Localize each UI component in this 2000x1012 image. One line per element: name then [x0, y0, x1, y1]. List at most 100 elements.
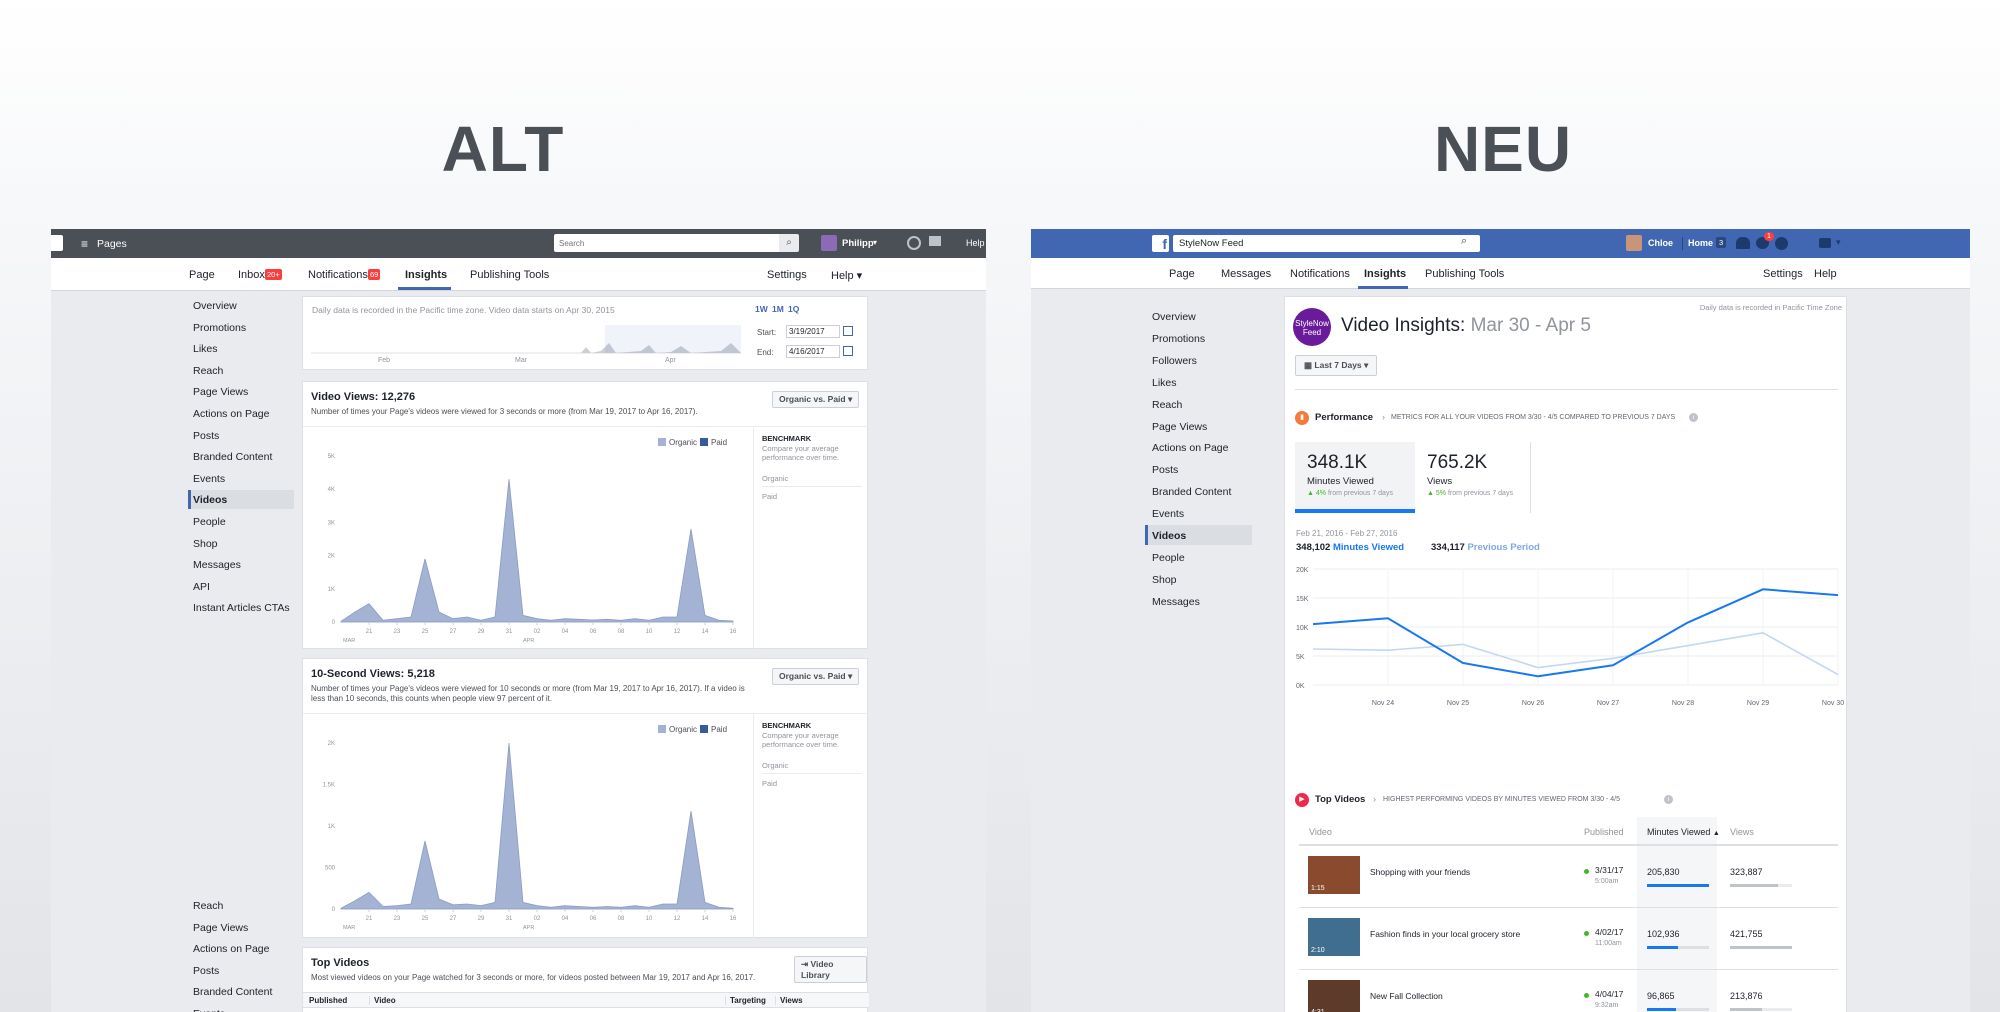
col-published[interactable]: Published [309, 996, 347, 1005]
tab-help[interactable]: Help [1814, 268, 1837, 280]
tab-settings[interactable]: Settings [1763, 268, 1803, 280]
organic-vs-paid-dropdown[interactable]: Organic vs. Paid ▾ [772, 391, 860, 408]
flag-icon[interactable] [929, 236, 941, 246]
end-date-input[interactable]: 4/16/2017 [786, 345, 840, 358]
pages-link[interactable]: Pages [97, 238, 127, 250]
page-avatar[interactable]: StyleNow Feed [1293, 308, 1331, 346]
user-avatar[interactable] [821, 235, 837, 251]
home-link[interactable]: Home [1688, 238, 1713, 248]
friend-requests-icon[interactable] [1736, 237, 1750, 249]
organic-vs-paid-dropdown[interactable]: Organic vs. Paid ▾ [772, 668, 860, 685]
range-1q-button[interactable]: 1Q [788, 304, 799, 314]
tab-page[interactable]: Page [189, 269, 215, 281]
sidebar-item-actions-on-page[interactable]: Actions on Page [193, 943, 269, 955]
sidebar-item-videos[interactable]: Videos [193, 494, 227, 506]
sidebar-item-posts[interactable]: Posts [193, 430, 219, 442]
sidebar-item-followers[interactable]: Followers [1152, 355, 1197, 367]
video-thumbnail[interactable]: 4:31 [1308, 980, 1360, 1012]
sidebar-item-branded-content[interactable]: Branded Content [193, 451, 272, 463]
sidebar-item-likes[interactable]: Likes [1152, 377, 1177, 389]
sidebar-item-events[interactable]: Events [1152, 508, 1184, 520]
chevron-down-icon[interactable]: ▾ [873, 238, 877, 247]
sidebar-item-likes[interactable]: Likes [193, 343, 218, 355]
sidebar-item-messages[interactable]: Messages [1152, 596, 1200, 608]
sidebar-item-instant-articles-ctas[interactable]: Instant Articles CTAs [193, 602, 290, 614]
start-date-input[interactable]: 3/19/2017 [786, 325, 840, 338]
alt-search-input[interactable] [554, 234, 779, 252]
benchmark-paid[interactable]: Paid [762, 779, 777, 788]
facebook-logo-icon[interactable]: f [1152, 235, 1169, 252]
sidebar-item-posts[interactable]: Posts [193, 965, 219, 977]
sidebar-item-page-views[interactable]: Page Views [193, 922, 248, 934]
sidebar-item-posts[interactable]: Posts [1152, 464, 1178, 476]
video-library-button[interactable]: ⇥ Video Library [794, 956, 867, 983]
search-icon[interactable]: ⌕ [779, 234, 799, 252]
calendar-icon[interactable] [843, 346, 853, 356]
metric-views[interactable]: 765.2K Views ▲ 5% from previous 7 days [1415, 442, 1531, 513]
sidebar-item-branded-content[interactable]: Branded Content [1152, 486, 1231, 498]
col-views[interactable]: Views [775, 996, 803, 1005]
col-video[interactable]: Video [369, 996, 396, 1005]
video-title[interactable]: Fashion finds in your local grocery stor… [1370, 929, 1520, 939]
sidebar-item-events[interactable]: Events [193, 473, 225, 485]
sidebar-item-shop[interactable]: Shop [1152, 574, 1177, 586]
col-minutes-viewed[interactable]: Minutes Viewed ▲ [1647, 827, 1720, 837]
sidebar-item-promotions[interactable]: Promotions [193, 322, 246, 334]
sidebar-item-reach[interactable]: Reach [193, 900, 223, 912]
user-name[interactable]: Philipp [842, 238, 874, 249]
sidebar-item-branded-content[interactable]: Branded Content [193, 986, 272, 998]
benchmark-organic[interactable]: Organic [762, 474, 862, 487]
range-1m-button[interactable]: 1M [772, 304, 784, 314]
tab-insights[interactable]: Insights [1364, 268, 1406, 280]
video-thumbnail[interactable]: 1:15 [1308, 856, 1360, 894]
benchmark-organic[interactable]: Organic [762, 761, 862, 774]
sidebar-item-actions-on-page[interactable]: Actions on Page [193, 408, 269, 420]
sidebar-item-people[interactable]: People [193, 516, 226, 528]
sidebar-item-events[interactable]: Events [193, 1008, 225, 1012]
sidebar-item-overview[interactable]: Overview [193, 300, 237, 312]
user-name[interactable]: Chloe [1648, 238, 1673, 248]
menu-icon[interactable]: ≡ [81, 237, 88, 251]
globe-icon[interactable] [1775, 237, 1788, 250]
tab-page[interactable]: Page [1169, 268, 1195, 280]
tab-settings[interactable]: Settings [767, 269, 807, 281]
info-icon[interactable]: i [1689, 413, 1698, 422]
facebook-logo-icon[interactable] [51, 235, 63, 251]
sidebar-item-promotions[interactable]: Promotions [1152, 333, 1205, 345]
info-icon[interactable]: i [1664, 795, 1673, 804]
globe-icon[interactable] [907, 236, 921, 250]
benchmark-paid[interactable]: Paid [762, 492, 777, 501]
col-video[interactable]: Video [1309, 827, 1332, 837]
sidebar-item-actions-on-page[interactable]: Actions on Page [1152, 442, 1228, 454]
sidebar-item-page-views[interactable]: Page Views [193, 386, 248, 398]
user-avatar[interactable] [1626, 235, 1642, 251]
video-title[interactable]: Shopping with your friends [1370, 867, 1470, 877]
neu-search-input[interactable]: StyleNow Feed [1173, 235, 1480, 252]
sidebar-item-videos[interactable]: Videos [1152, 530, 1186, 542]
tab-inbox[interactable]: Inbox [238, 269, 265, 281]
tab-messages[interactable]: Messages [1221, 268, 1271, 280]
search-icon[interactable]: ⌕ [1461, 235, 1467, 248]
account-icon[interactable] [1819, 238, 1831, 248]
help-link[interactable]: Help [966, 238, 985, 248]
sidebar-item-reach[interactable]: Reach [1152, 399, 1182, 411]
sidebar-item-overview[interactable]: Overview [1152, 311, 1196, 323]
range-sparkline[interactable] [311, 317, 741, 355]
period-dropdown[interactable]: ▦ Last 7 Days ▾ [1295, 355, 1378, 376]
sidebar-item-api[interactable]: API [193, 581, 210, 593]
metric-minutes-viewed[interactable]: 348.1K Minutes Viewed ▲ 4% from previous… [1295, 442, 1415, 513]
tab-notifications[interactable]: Notifications [308, 269, 368, 281]
tab-publishing-tools[interactable]: Publishing Tools [470, 269, 549, 281]
col-views[interactable]: Views [1730, 827, 1754, 837]
range-1w-button[interactable]: 1W [755, 304, 768, 314]
tab-notifications[interactable]: Notifications [1290, 268, 1350, 280]
video-title[interactable]: New Fall Collection [1370, 991, 1443, 1001]
chevron-down-icon[interactable]: ▾ [1836, 237, 1841, 248]
sidebar-item-reach[interactable]: Reach [193, 365, 223, 377]
sidebar-item-page-views[interactable]: Page Views [1152, 421, 1207, 433]
sidebar-item-shop[interactable]: Shop [193, 538, 218, 550]
tab-publishing-tools[interactable]: Publishing Tools [1425, 268, 1504, 280]
video-thumbnail[interactable]: 2:10 [1308, 918, 1360, 956]
sidebar-item-people[interactable]: People [1152, 552, 1185, 564]
col-published[interactable]: Published [1584, 827, 1624, 837]
